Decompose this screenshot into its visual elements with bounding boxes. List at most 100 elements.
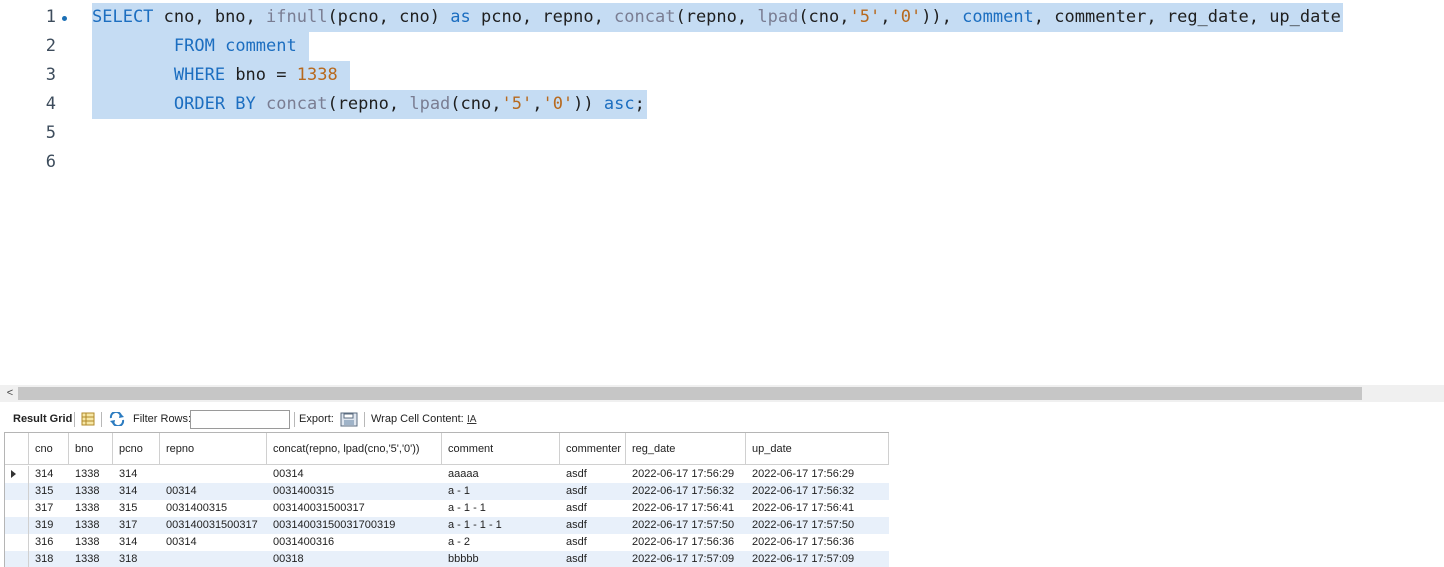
table-cell[interactable]: a - 1 - 1 - 1 [442,517,560,534]
table-cell[interactable]: 003140031500317 [267,500,442,517]
table-cell[interactable] [160,551,267,567]
table-cell[interactable]: 318 [29,551,69,567]
row-marker[interactable] [5,551,29,567]
table-cell[interactable]: asdf [560,534,626,551]
row-marker[interactable] [5,466,29,483]
row-marker[interactable] [5,534,29,551]
table-cell[interactable]: 2022-06-17 17:56:32 [746,483,889,500]
code-line-4[interactable]: 4 ORDER BY concat(repno, lpad(cno,'5','0… [0,90,1444,119]
column-header-bno[interactable]: bno [69,433,113,465]
row-marker[interactable] [5,483,29,500]
table-cell[interactable]: 315 [113,500,160,517]
table-cell[interactable]: bbbbb [442,551,560,567]
code-line-2[interactable]: 2 FROM comment [0,32,1444,61]
column-header-pcno[interactable]: pcno [113,433,160,465]
table-cell[interactable]: 2022-06-17 17:56:36 [626,534,746,551]
table-cell[interactable]: 2022-06-17 17:56:32 [626,483,746,500]
table-cell[interactable]: 2022-06-17 17:57:09 [626,551,746,567]
result-grid-tab[interactable]: Result Grid [13,407,72,432]
table-cell[interactable]: a - 1 [442,483,560,500]
code-line-3[interactable]: 3 WHERE bno = 1338 [0,61,1444,90]
table-cell[interactable]: a - 2 [442,534,560,551]
table-cell[interactable]: a - 1 - 1 [442,500,560,517]
scrollbar-thumb[interactable] [18,387,1362,400]
horizontal-scrollbar[interactable]: < [0,385,1444,402]
sql-editor[interactable]: 1 SELECT cno, bno, ifnull(pcno, cno) as … [0,0,1444,385]
table-cell[interactable]: 2022-06-17 17:56:41 [746,500,889,517]
table-row[interactable]: 318 1338 318 00318 bbbbb asdf 2022-06-17 17:57… [5,551,889,567]
table-cell[interactable]: asdf [560,466,626,483]
table-cell[interactable]: 2022-06-17 17:57:50 [626,517,746,534]
table-cell[interactable]: 1338 [69,534,113,551]
table-cell[interactable]: 317 [113,517,160,534]
code-line-1[interactable]: 1 SELECT cno, bno, ifnull(pcno, cno) as … [0,3,1444,32]
table-cell[interactable]: asdf [560,551,626,567]
table-cell[interactable]: 319 [29,517,69,534]
code-line-5[interactable]: 5 [0,119,1444,148]
table-cell[interactable]: 2022-06-17 17:56:41 [626,500,746,517]
column-header-commenter[interactable]: commenter [560,433,626,465]
filter-rows-input[interactable] [190,410,290,429]
table-cell[interactable]: 318 [113,551,160,567]
export-icon[interactable] [340,412,358,427]
scroll-left-arrow-icon[interactable]: < [4,385,16,402]
row-marker[interactable] [5,500,29,517]
table-row[interactable]: 319 1338 317 003140031500317 003140031500317… [5,517,889,534]
code-text[interactable]: SELECT cno, bno, ifnull(pcno, cno) as pc… [92,3,1343,32]
table-row[interactable]: 314 1338 314 00314 aaaaa asdf 2022-06-17 17:56… [5,466,889,483]
table-cell[interactable]: 0031400315 [160,500,267,517]
code-text[interactable]: WHERE bno = 1338 [92,61,350,90]
table-cell[interactable]: 003140031500317 [160,517,267,534]
table-cell[interactable]: 315 [29,483,69,500]
column-header-repno[interactable]: repno [160,433,267,465]
table-cell[interactable]: aaaaa [442,466,560,483]
table-cell[interactable]: 2022-06-17 17:56:29 [746,466,889,483]
table-cell[interactable]: asdf [560,517,626,534]
table-cell[interactable]: 2022-06-17 17:56:36 [746,534,889,551]
code-line-6[interactable]: 6 [0,148,1444,177]
table-cell[interactable]: 314 [113,466,160,483]
table-cell[interactable]: 1338 [69,466,113,483]
table-cell[interactable]: 00318 [267,551,442,567]
code-text[interactable]: ORDER BY concat(repno, lpad(cno,'5','0')… [92,90,647,119]
line-number: 3 [45,65,56,85]
grid-view-icon[interactable] [81,412,97,427]
table-cell[interactable]: 314 [113,534,160,551]
table-row[interactable]: 317 1338 315 0031400315 003140031500317 a - 1… [5,500,889,517]
column-header-up-date[interactable]: up_date [746,433,889,465]
table-cell[interactable]: 317 [29,500,69,517]
table-cell[interactable]: 2022-06-17 17:57:09 [746,551,889,567]
table-cell[interactable]: 1338 [69,517,113,534]
row-marker[interactable] [5,517,29,534]
column-header-comment[interactable]: comment [442,433,560,465]
table-cell[interactable]: 1338 [69,551,113,567]
table-cell[interactable]: 0031400316 [267,534,442,551]
table-cell[interactable]: 314 [113,483,160,500]
sql-function: lpad [409,94,451,114]
table-cell[interactable]: 0031400315 [267,483,442,500]
table-cell[interactable]: 00314003150031700319 [267,517,442,534]
table-row[interactable]: 315 1338 314 00314 0031400315 a - 1 asdf 2022-0… [5,483,889,500]
table-cell[interactable] [160,466,267,483]
table-cell[interactable]: 00314 [160,483,267,500]
code-text[interactable]: FROM comment [92,32,309,61]
table-cell[interactable]: 2022-06-17 17:56:29 [626,466,746,483]
table-cell[interactable]: 314 [29,466,69,483]
table-cell[interactable]: 2022-06-17 17:57:50 [746,517,889,534]
wrap-cell-content-icon[interactable]: IA [467,407,476,432]
line-number: 6 [45,152,56,172]
table-cell[interactable]: 316 [29,534,69,551]
table-cell[interactable]: asdf [560,483,626,500]
result-grid[interactable]: cno bno pcno repno concat(repno, lpad(cn… [4,432,889,567]
table-cell[interactable]: 1338 [69,483,113,500]
table-cell[interactable]: 00314 [160,534,267,551]
table-row[interactable]: 316 1338 314 00314 0031400316 a - 2 asdf 2022-0… [5,534,889,551]
sql-text: , [532,94,543,114]
table-cell[interactable]: 00314 [267,466,442,483]
column-header-concat[interactable]: concat(repno, lpad(cno,'5','0')) [267,433,442,465]
refresh-filter-icon[interactable] [109,410,125,428]
column-header-cno[interactable]: cno [29,433,69,465]
table-cell[interactable]: 1338 [69,500,113,517]
table-cell[interactable]: asdf [560,500,626,517]
column-header-reg-date[interactable]: reg_date [626,433,746,465]
